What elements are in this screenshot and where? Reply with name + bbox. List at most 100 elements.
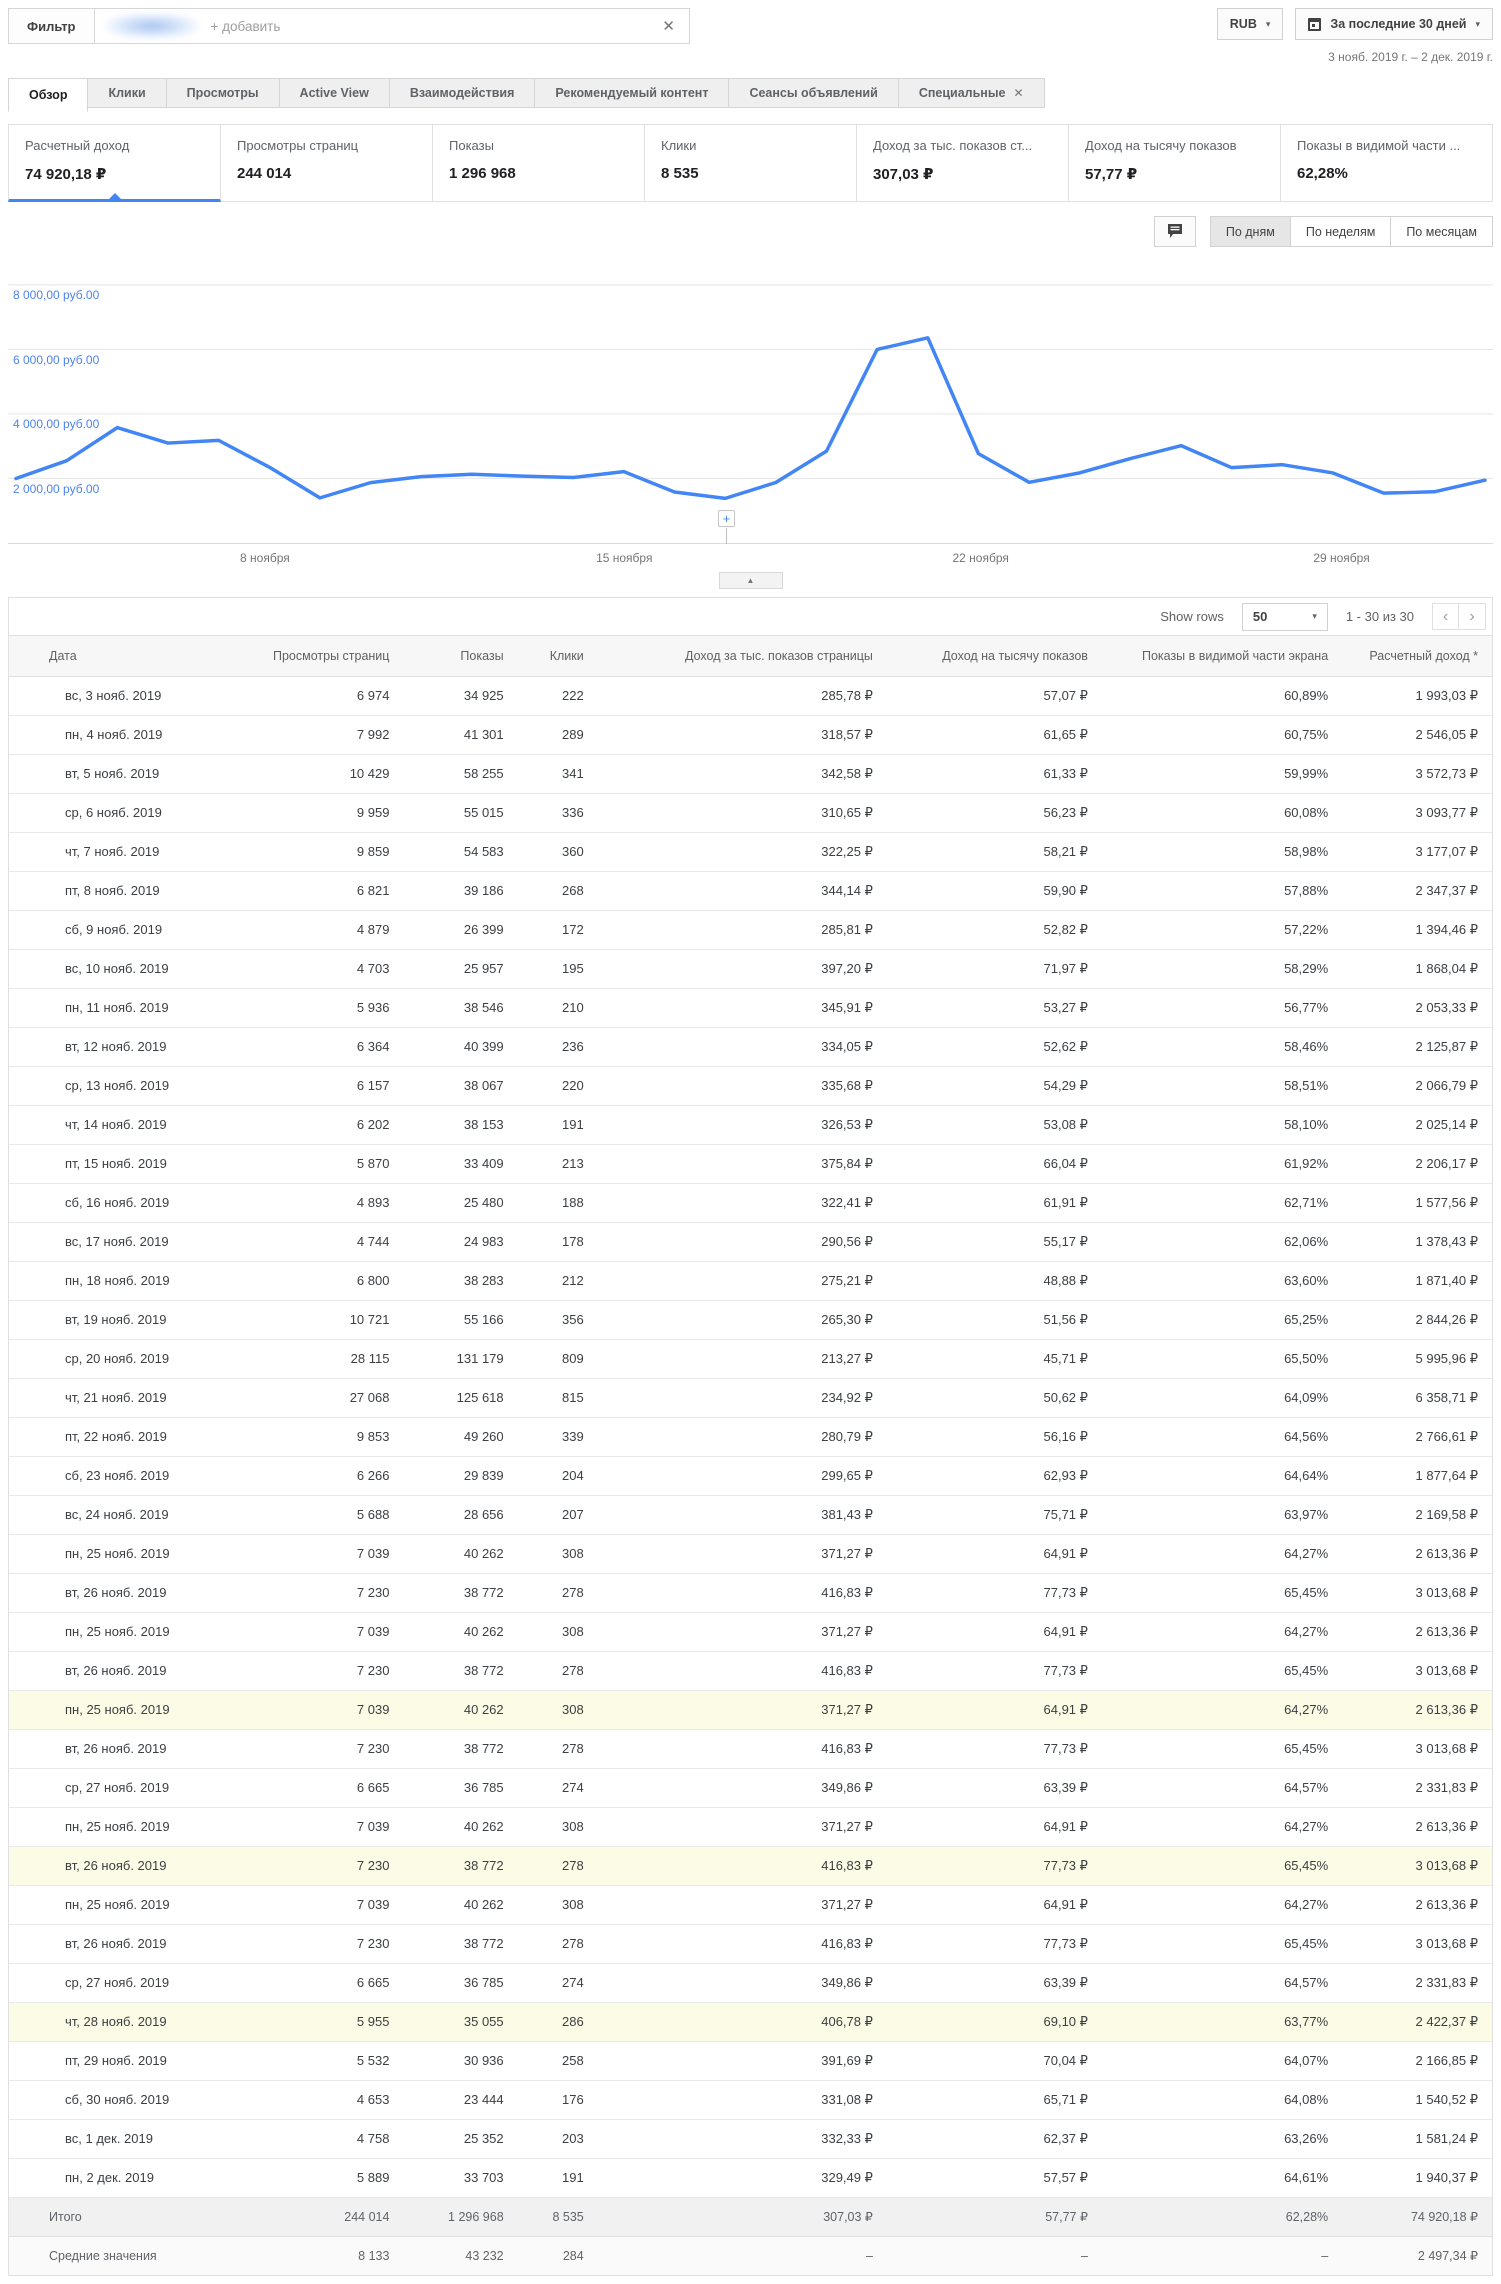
cell-value: 51,56 ₽: [886, 1300, 1102, 1340]
cell-value: 38 772: [403, 1846, 518, 1886]
cell-value: 56,77%: [1101, 988, 1343, 1028]
cell-value: 38 153: [403, 1105, 518, 1145]
cell-value: 25 957: [403, 949, 518, 989]
cell-value: 406,78 ₽: [597, 2002, 887, 2042]
tab-views[interactable]: Просмотры: [166, 78, 280, 108]
cell-value: 131 179: [403, 1339, 518, 1379]
card-estimated-revenue[interactable]: Расчетный доход 74 920,18 ₽: [8, 124, 221, 202]
cell-value: 5 889: [234, 2158, 404, 2198]
by-day-button[interactable]: По дням: [1209, 216, 1291, 247]
card-impression-rpm[interactable]: Доход на тысячу показов 57,77 ₽: [1069, 124, 1281, 202]
cell-date: вт, 26 нояб. 2019: [9, 1924, 235, 1964]
col-header-viewability[interactable]: Показы в видимой части экрана: [1101, 636, 1343, 677]
col-header-date[interactable]: Дата: [9, 636, 235, 677]
cell-value: 62,06%: [1101, 1222, 1343, 1262]
tab-ad-sessions[interactable]: Сеансы объявлений: [729, 78, 899, 108]
cell-value: 1 394,46 ₽: [1342, 910, 1492, 950]
cell-value: 1 940,37 ₽: [1342, 2158, 1492, 2198]
next-page-button[interactable]: ›: [1459, 603, 1486, 630]
cell-value: 40 262: [403, 1534, 518, 1574]
cell-value: 63,60%: [1101, 1261, 1343, 1301]
col-header-impressions[interactable]: Показы: [403, 636, 518, 677]
tab-interactions[interactable]: Взаимодействия: [389, 78, 536, 108]
tab-active-view[interactable]: Active View: [279, 78, 390, 108]
table-row: ср, 27 нояб. 2019 6 665 36 785 274 349,86 ₽6…: [9, 1768, 1492, 1808]
cell-value: 1 540,52 ₽: [1342, 2080, 1492, 2120]
card-page-views[interactable]: Просмотры страниц 244 014: [221, 124, 433, 202]
cell-value: 6 665: [234, 1963, 404, 2003]
tab-custom[interactable]: Специальные ✕: [898, 78, 1045, 108]
cell-value: 7 230: [234, 1651, 404, 1691]
by-week-button[interactable]: По неделям: [1290, 216, 1392, 247]
cell-value: 33 409: [403, 1144, 518, 1184]
card-clicks[interactable]: Клики 8 535: [645, 124, 857, 202]
page-size-select[interactable]: 50 ▾: [1241, 602, 1328, 631]
cell-value: 3 013,68 ₽: [1342, 1846, 1492, 1886]
footer-value: 74 920,18 ₽: [1342, 2197, 1492, 2237]
card-viewability[interactable]: Показы в видимой части ... 62,28%: [1281, 124, 1493, 202]
cell-value: 6 266: [234, 1456, 404, 1496]
cell-value: 53,08 ₽: [886, 1105, 1102, 1145]
card-value: 62,28%: [1297, 165, 1348, 182]
card-label: Доход на тысячу показов: [1085, 138, 1237, 153]
card-page-rpm[interactable]: Доход за тыс. показов ст... 307,03 ₽: [857, 124, 1069, 202]
report-tabs: Обзор Клики Просмотры Active View Взаимо…: [8, 78, 1493, 112]
cell-value: 6 665: [234, 1768, 404, 1808]
prev-page-button[interactable]: ‹: [1432, 603, 1459, 630]
col-header-revenue[interactable]: Расчетный доход *: [1342, 636, 1492, 677]
cell-value: 29 839: [403, 1456, 518, 1496]
tab-recommended-content[interactable]: Рекомендуемый контент: [535, 78, 730, 108]
close-icon[interactable]: ✕: [658, 17, 679, 35]
cell-value: 65,25%: [1101, 1300, 1343, 1340]
col-header-page-rpm[interactable]: Доход за тыс. показов страницы: [597, 636, 887, 677]
footer-value: 8 535: [517, 2197, 598, 2237]
cell-value: 7 230: [234, 1924, 404, 1964]
cell-value: 65,50%: [1101, 1339, 1343, 1379]
footer-value: –: [597, 2236, 887, 2275]
col-header-impression-rpm[interactable]: Доход на тысячу показов: [886, 636, 1102, 677]
cell-value: 334,05 ₽: [597, 1027, 887, 1067]
cell-value: 64,57%: [1101, 1768, 1343, 1808]
cell-value: 9 853: [234, 1417, 404, 1457]
filter-bar: Фильтр ✕: [8, 8, 690, 44]
filter-button[interactable]: Фильтр: [8, 8, 95, 44]
cell-date: пн, 25 нояб. 2019: [9, 1612, 235, 1652]
tab-overview[interactable]: Обзор: [8, 78, 89, 112]
cell-value: 275,21 ₽: [597, 1261, 887, 1301]
comment-icon[interactable]: [1153, 216, 1196, 247]
filter-chip-redacted[interactable]: [104, 13, 199, 39]
col-header-clicks[interactable]: Клики: [517, 636, 598, 677]
cell-date: чт, 28 нояб. 2019: [9, 2002, 235, 2042]
cell-value: 38 067: [403, 1066, 518, 1106]
cell-value: 55 166: [403, 1300, 518, 1340]
card-impressions[interactable]: Показы 1 296 968: [433, 124, 645, 202]
table-row: вс, 10 нояб. 2019 4 703 25 957 195 397,20 ₽7…: [9, 949, 1492, 989]
filter-add-input[interactable]: [210, 18, 659, 34]
filter-input-box[interactable]: ✕: [94, 8, 690, 44]
cell-value: 25 480: [403, 1183, 518, 1223]
by-month-button[interactable]: По месяцам: [1391, 216, 1493, 247]
cell-value: 50,62 ₽: [886, 1378, 1102, 1418]
cell-value: 77,73 ₽: [886, 1729, 1102, 1769]
col-header-pageviews[interactable]: Просмотры страниц: [234, 636, 404, 677]
cell-value: 299,65 ₽: [597, 1456, 887, 1496]
footer-label: Итого: [9, 2197, 235, 2237]
table-row: пн, 25 нояб. 2019 7 039 40 262 308 371,27 ₽6…: [9, 1885, 1492, 1925]
cell-value: 61,65 ₽: [886, 715, 1102, 755]
cell-value: 64,27%: [1101, 1612, 1343, 1652]
cell-value: 2 546,05 ₽: [1342, 715, 1492, 755]
tab-label: Active View: [299, 86, 369, 100]
table-row: ср, 27 нояб. 2019 6 665 36 785 274 349,86 ₽6…: [9, 1963, 1492, 2003]
date-range-select[interactable]: За последние 30 дней ▾: [1295, 8, 1493, 40]
currency-select[interactable]: RUB ▾: [1216, 8, 1284, 40]
cell-value: 416,83 ₽: [597, 1846, 887, 1886]
card-value: 74 920,18 ₽: [25, 166, 107, 183]
tab-close-icon[interactable]: ✕: [1013, 86, 1023, 100]
add-annotation-button[interactable]: +: [718, 510, 735, 527]
table-row: сб, 23 нояб. 2019 6 266 29 839 204 299,65 ₽6…: [9, 1456, 1492, 1496]
cell-value: 3 013,68 ₽: [1342, 1651, 1492, 1691]
cell-value: 285,81 ₽: [597, 910, 887, 950]
collapse-chart-button[interactable]: ▲: [718, 572, 783, 589]
tab-clicks[interactable]: Клики: [88, 78, 167, 108]
cell-value: 815: [517, 1378, 598, 1418]
